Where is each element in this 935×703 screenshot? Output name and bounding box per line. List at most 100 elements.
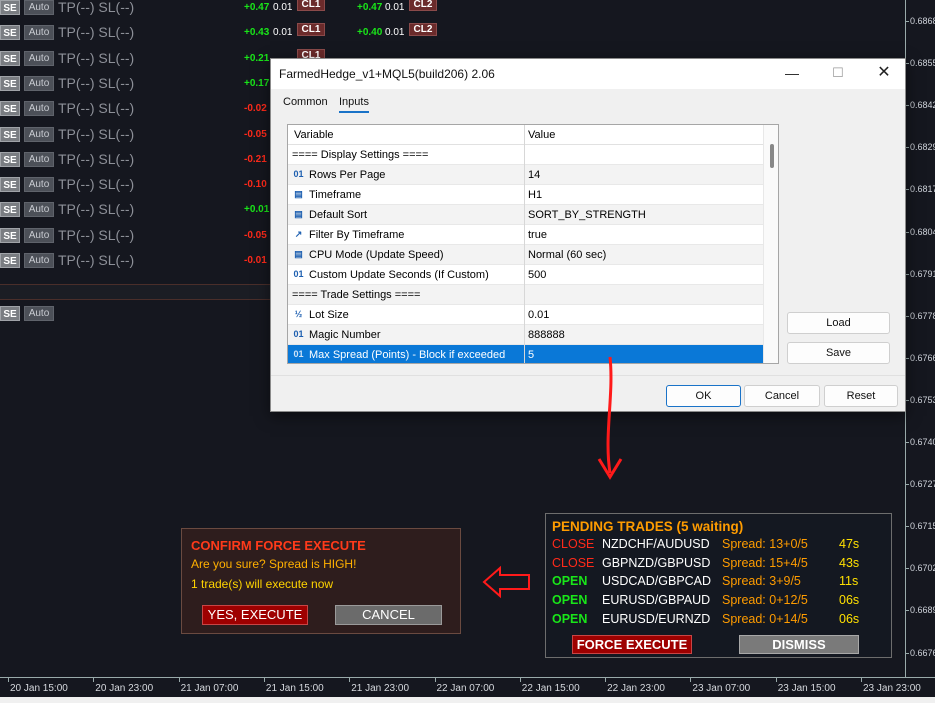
price-tick: 0.67275 [906, 479, 935, 491]
force-execute-button[interactable]: FORCE EXECUTE [572, 635, 692, 654]
price-tick-label: 0.66895 [910, 605, 935, 616]
tp-sl-label: TP(--) SL(--) [58, 49, 135, 66]
tp-sl-label: TP(--) SL(--) [58, 24, 135, 41]
auto-button[interactable]: Auto [24, 101, 54, 117]
close-leg1-button[interactable]: CL1 [297, 23, 325, 37]
pending-time: 47s [839, 537, 860, 551]
auto-button[interactable]: Auto [24, 75, 54, 91]
pending-row: CLOSE NZDCHF/AUDUSD Spread: 13+0/5 47s [546, 537, 891, 556]
input-variable-name: CPU Mode (Update Speed) [309, 249, 444, 261]
profit-value-leg1: -0.21 [244, 153, 267, 165]
price-tick-label: 0.67405 [910, 437, 935, 447]
profit-value-leg1: +0.01 [244, 204, 270, 216]
input-row[interactable]: ==== Trade Settings ==== [288, 285, 763, 305]
auto-button[interactable]: Auto [24, 177, 54, 193]
dismiss-button[interactable]: DISMISS [739, 635, 859, 654]
variable-column-header[interactable]: Variable [294, 129, 334, 141]
minimize-icon[interactable]: — [769, 59, 815, 89]
load-button[interactable]: Load [787, 312, 890, 334]
scroll-thumb[interactable] [770, 144, 774, 168]
input-value[interactable]: 5 [528, 349, 534, 361]
se-button[interactable]: SE [0, 253, 20, 268]
tab-inputs[interactable]: Inputs [339, 96, 369, 113]
se-button[interactable]: SE [0, 306, 20, 321]
reset-button[interactable]: Reset [824, 385, 898, 407]
se-button[interactable]: SE [0, 202, 20, 218]
close-leg2-button[interactable]: CL2 [409, 23, 437, 37]
input-row[interactable]: ½ Lot Size 0.01 [288, 305, 763, 325]
input-row[interactable]: 01 Rows Per Page 14 [288, 165, 763, 185]
auto-button[interactable]: Auto [24, 151, 54, 167]
se-button[interactable]: SE [0, 151, 20, 167]
input-value[interactable]: H1 [528, 189, 542, 201]
input-row[interactable]: ▤ Default Sort SORT_BY_STRENGTH [288, 205, 763, 225]
price-tick: 0.67020 [906, 563, 935, 575]
input-row[interactable]: 01 Max Spread (Points) - Block if exceede… [288, 345, 763, 363]
close-icon[interactable]: ✕ [861, 59, 907, 89]
tp-sl-label: TP(--) SL(--) [58, 252, 135, 268]
pending-pair: EURUSD/EURNZD [602, 611, 711, 626]
tp-sl-label: TP(--) SL(--) [58, 201, 135, 218]
close-leg1-button[interactable]: CL1 [297, 0, 325, 11]
price-tick-label: 0.68680 [910, 16, 935, 26]
auto-button[interactable]: Auto [24, 126, 54, 142]
input-value[interactable]: 0.01 [528, 309, 549, 321]
pending-action: CLOSE [552, 537, 595, 551]
auto-button[interactable]: Auto [24, 306, 54, 321]
auto-button[interactable]: Auto [24, 25, 54, 41]
se-button[interactable]: SE [0, 50, 20, 66]
tab-common[interactable]: Common [283, 96, 328, 108]
dialog-titlebar[interactable]: FarmedHedge_v1+MQL5(build206) 2.06 — ☐ ✕ [271, 59, 905, 89]
param-type-icon: ▤ [294, 209, 303, 219]
input-value[interactable]: Normal (60 sec) [528, 249, 606, 261]
input-value[interactable]: 14 [528, 169, 540, 181]
time-tick-label: 22 Jan 15:00 [519, 678, 580, 694]
grid-scrollbar[interactable] [763, 125, 778, 363]
input-row[interactable]: ↗ Filter By Timeframe true [288, 225, 763, 245]
auto-button[interactable]: Auto [24, 227, 54, 243]
input-variable-name: Default Sort [309, 209, 368, 221]
auto-button[interactable]: Auto [24, 50, 54, 66]
close-leg2-button[interactable]: CL2 [409, 0, 437, 11]
auto-button[interactable]: Auto [24, 202, 54, 218]
param-type-icon: 01 [293, 269, 304, 279]
se-button[interactable]: SE [0, 177, 20, 193]
input-value[interactable]: SORT_BY_STRENGTH [528, 209, 646, 221]
input-value[interactable]: true [528, 229, 547, 241]
input-value[interactable]: 888888 [528, 329, 565, 341]
yes-execute-button[interactable]: YES, EXECUTE [202, 605, 308, 625]
input-row[interactable]: 01 Magic Number 888888 [288, 325, 763, 345]
pending-action: OPEN [552, 574, 588, 589]
lot-value-leg1: 0.01 [273, 27, 293, 39]
param-type-icon: 01 [293, 349, 304, 359]
price-tick-label: 0.67660 [910, 352, 935, 363]
time-tick-label: 22 Jan 07:00 [434, 678, 495, 694]
cancel-button[interactable]: Cancel [744, 385, 820, 407]
input-value[interactable]: 500 [528, 269, 546, 281]
tp-sl-label: TP(--) SL(--) [58, 176, 135, 193]
auto-button[interactable]: Auto [24, 0, 54, 15]
se-button[interactable]: SE [0, 25, 20, 41]
maximize-icon[interactable]: ☐ [815, 59, 861, 89]
confirm-cancel-button[interactable]: CANCEL [335, 605, 442, 625]
input-row[interactable]: ▤ Timeframe H1 [288, 185, 763, 205]
input-row[interactable]: 01 Custom Update Seconds (If Custom) 500 [288, 265, 763, 285]
time-tick-label: 20 Jan 23:00 [93, 678, 154, 694]
value-column-header[interactable]: Value [528, 129, 555, 141]
ok-button[interactable]: OK [666, 385, 741, 407]
se-button[interactable]: SE [0, 0, 20, 15]
time-tick-label: 22 Jan 23:00 [605, 678, 665, 694]
save-button[interactable]: Save [787, 342, 890, 364]
se-button[interactable]: SE [0, 227, 20, 243]
se-button[interactable]: SE [0, 75, 20, 91]
se-button[interactable]: SE [0, 101, 20, 117]
se-button[interactable]: SE [0, 126, 20, 142]
price-axis: 0.68680 0.68550 0.68425 0.68295 0.68170 0.680… [905, 0, 935, 677]
input-row[interactable]: ▤ CPU Mode (Update Speed) Normal (60 sec) [288, 245, 763, 265]
price-tick: 0.68170 [906, 184, 935, 196]
input-row[interactable]: ==== Display Settings ==== [288, 145, 763, 165]
price-tick: 0.68550 [906, 58, 935, 70]
auto-button[interactable]: Auto [24, 253, 54, 268]
price-tick-label: 0.67785 [910, 310, 935, 321]
param-type-icon: ½ [294, 309, 303, 319]
